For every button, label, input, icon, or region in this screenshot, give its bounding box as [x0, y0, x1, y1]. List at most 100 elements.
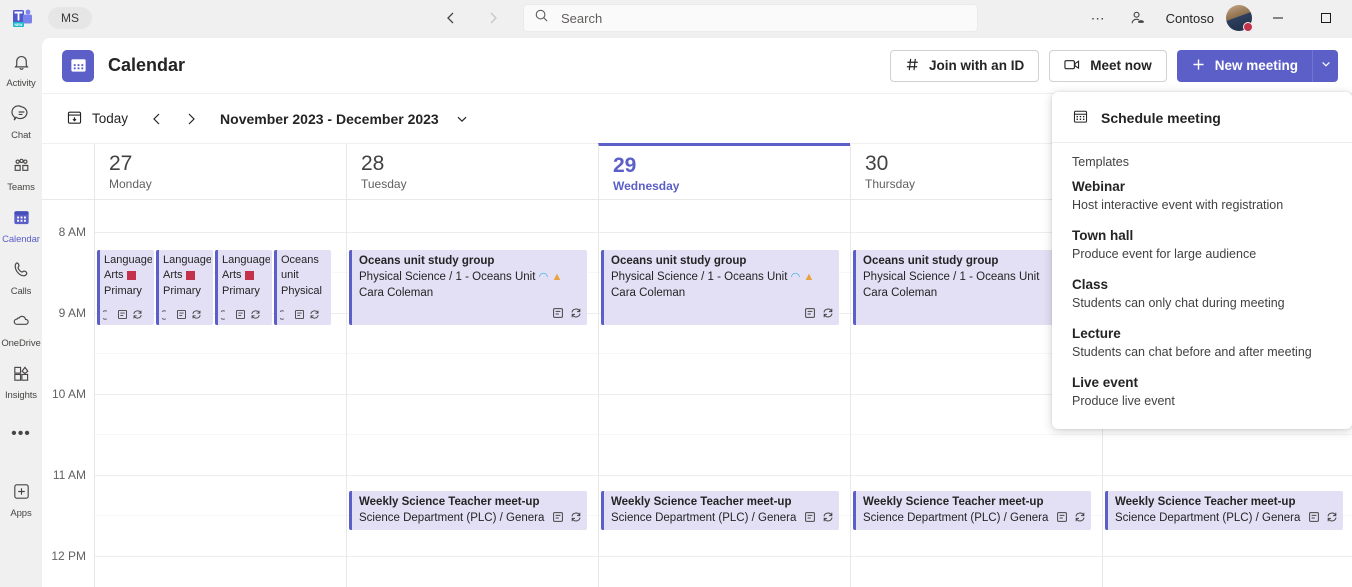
insights-icon [11, 363, 32, 389]
menu-item-template-town-hall[interactable]: Town hall Produce event for large audien… [1052, 220, 1352, 269]
minimize-button[interactable] [1256, 1, 1300, 35]
day-header-29[interactable]: 29 Wednesday [598, 143, 850, 199]
day-number: 29 [613, 153, 850, 179]
clock-icon [221, 310, 231, 323]
forward-button[interactable] [479, 4, 507, 32]
day-number: 27 [109, 151, 346, 177]
avatar[interactable] [1226, 5, 1252, 31]
person-status-icon[interactable] [1120, 2, 1156, 34]
sidebar-item-label: Calls [11, 286, 32, 297]
event-weekly-science-meetup-28[interactable]: Weekly Science Teacher meet-up Science D… [349, 491, 587, 530]
recurring-icon [1326, 511, 1338, 526]
event-icons [1308, 511, 1338, 526]
event-icons [162, 309, 211, 323]
day-header-28[interactable]: 28 Tuesday [346, 144, 598, 199]
time-label: 9 AM [59, 306, 86, 320]
template-description: Students can chat before and after meeti… [1072, 343, 1332, 361]
bell-icon [11, 51, 32, 77]
sidebar-item-label: Apps [10, 508, 31, 519]
new-meeting-button[interactable]: New meeting [1177, 50, 1312, 82]
day-column-28[interactable]: Oceans unit study group Physical Science… [346, 200, 598, 587]
clock-icon [162, 310, 172, 323]
event-title: Weekly Science Teacher meet-up [1115, 495, 1337, 510]
template-title: Town hall [1072, 226, 1332, 245]
note-icon [552, 307, 564, 322]
back-button[interactable] [437, 4, 465, 32]
event-title: Weekly Science Teacher meet-up [359, 495, 581, 510]
event-language-arts-2[interactable]: Language Arts Primary [156, 250, 213, 325]
ellipsis-icon: ••• [11, 425, 31, 443]
event-icons [1056, 511, 1086, 526]
sidebar-item-chat[interactable]: Chat [0, 96, 42, 148]
day-column-29[interactable]: Oceans unit study group Physical Science… [598, 200, 850, 587]
new-meeting-split-button: New meeting [1177, 50, 1338, 82]
previous-week-button[interactable] [142, 104, 172, 134]
sidebar-item-onedrive[interactable]: OneDrive [0, 304, 42, 356]
event-weekly-science-meetup-29[interactable]: Weekly Science Teacher meet-up Science D… [601, 491, 839, 530]
menu-item-template-webinar[interactable]: Webinar Host interactive event with regi… [1052, 171, 1352, 220]
sidebar-item-label: Teams [7, 182, 34, 193]
event-weekly-science-meetup-30[interactable]: Weekly Science Teacher meet-up Science D… [853, 491, 1091, 530]
account-pill[interactable]: MS [48, 7, 92, 29]
event-oceans-study-group[interactable]: Oceans unit study group Physical Science… [349, 250, 587, 325]
title-bar: NEW MS Search ⋯ [0, 0, 1352, 36]
sidebar-item-label: Calendar [2, 234, 40, 245]
view-picker-button[interactable] [455, 112, 469, 126]
meet-now-button[interactable]: Meet now [1049, 50, 1167, 82]
event-icons [103, 309, 152, 323]
day-column-27[interactable]: Language Arts Primary Language Arts Prim… [94, 200, 346, 587]
event-title: Oceans unit [281, 253, 329, 283]
sidebar-item-calls[interactable]: Calls [0, 252, 42, 304]
sidebar-item-teams[interactable]: Teams [0, 148, 42, 200]
sidebar-item-calendar[interactable]: Calendar [0, 200, 42, 252]
event-subtitle: Science Department (PLC) / Genera [359, 510, 559, 526]
event-weekly-science-meetup-next[interactable]: Weekly Science Teacher meet-up Science D… [1105, 491, 1343, 530]
event-organizer: Cara Coleman [611, 285, 833, 301]
time-gutter: 8 AM 9 AM 10 AM 11 AM 12 PM [42, 200, 94, 587]
event-title: Oceans unit study group [359, 254, 581, 269]
day-header-27[interactable]: 27 Monday [94, 144, 346, 199]
menu-item-template-class[interactable]: Class Students can only chat during meet… [1052, 269, 1352, 318]
plus-icon [1191, 57, 1206, 75]
sidebar-item-apps[interactable]: Apps [0, 474, 42, 526]
meet-now-label: Meet now [1090, 58, 1152, 73]
header-actions: Join with an ID Meet now [890, 50, 1338, 82]
day-name: Wednesday [613, 179, 850, 193]
join-with-id-button[interactable]: Join with an ID [890, 50, 1039, 82]
ellipsis-icon[interactable]: ⋯ [1080, 2, 1116, 34]
menu-item-template-live-event[interactable]: Live event Produce live event [1052, 367, 1352, 416]
sidebar-item-activity[interactable]: Activity [0, 44, 42, 96]
svg-text:NEW: NEW [15, 23, 24, 27]
menu-item-template-lecture[interactable]: Lecture Students can chat before and aft… [1052, 318, 1352, 367]
sidebar-item-insights[interactable]: Insights [0, 356, 42, 408]
schedule-meeting-label: Schedule meeting [1101, 110, 1221, 126]
search-input[interactable]: Search [523, 4, 978, 32]
recurring-icon [1074, 511, 1086, 526]
today-button[interactable]: Today [56, 103, 138, 135]
event-subtitle: Science Department (PLC) / Genera [611, 510, 811, 526]
boat-emoji-icon: ▲ [551, 271, 562, 283]
time-label: 12 PM [51, 549, 86, 563]
calendar-today-icon [66, 109, 83, 129]
new-meeting-dropdown-button[interactable] [1312, 50, 1338, 82]
next-week-button[interactable] [176, 104, 206, 134]
event-oceans-unit-small[interactable]: Oceans unit Physical [274, 250, 331, 325]
maximize-button[interactable] [1304, 1, 1348, 35]
templates-section-label: Templates [1052, 147, 1352, 171]
time-label: 8 AM [59, 225, 86, 239]
video-camera-icon [1064, 57, 1081, 75]
event-language-arts-3[interactable]: Language Arts Primary [215, 250, 272, 325]
note-icon [294, 309, 305, 323]
recurring-icon [822, 307, 834, 322]
event-icons [552, 511, 582, 526]
template-description: Students can only chat during meeting [1072, 294, 1332, 312]
menu-item-schedule-meeting[interactable]: Schedule meeting [1052, 100, 1352, 136]
event-icons [280, 309, 329, 323]
time-gutter-header [42, 144, 94, 199]
cloud-icon [11, 311, 32, 337]
event-language-arts-1[interactable]: Language Arts Primary [97, 250, 154, 325]
tenant-name: Contoso [1166, 11, 1214, 26]
event-oceans-study-group[interactable]: Oceans unit study group Physical Science… [601, 250, 839, 325]
sidebar-more-button[interactable]: ••• [0, 408, 42, 460]
template-description: Produce live event [1072, 392, 1332, 410]
